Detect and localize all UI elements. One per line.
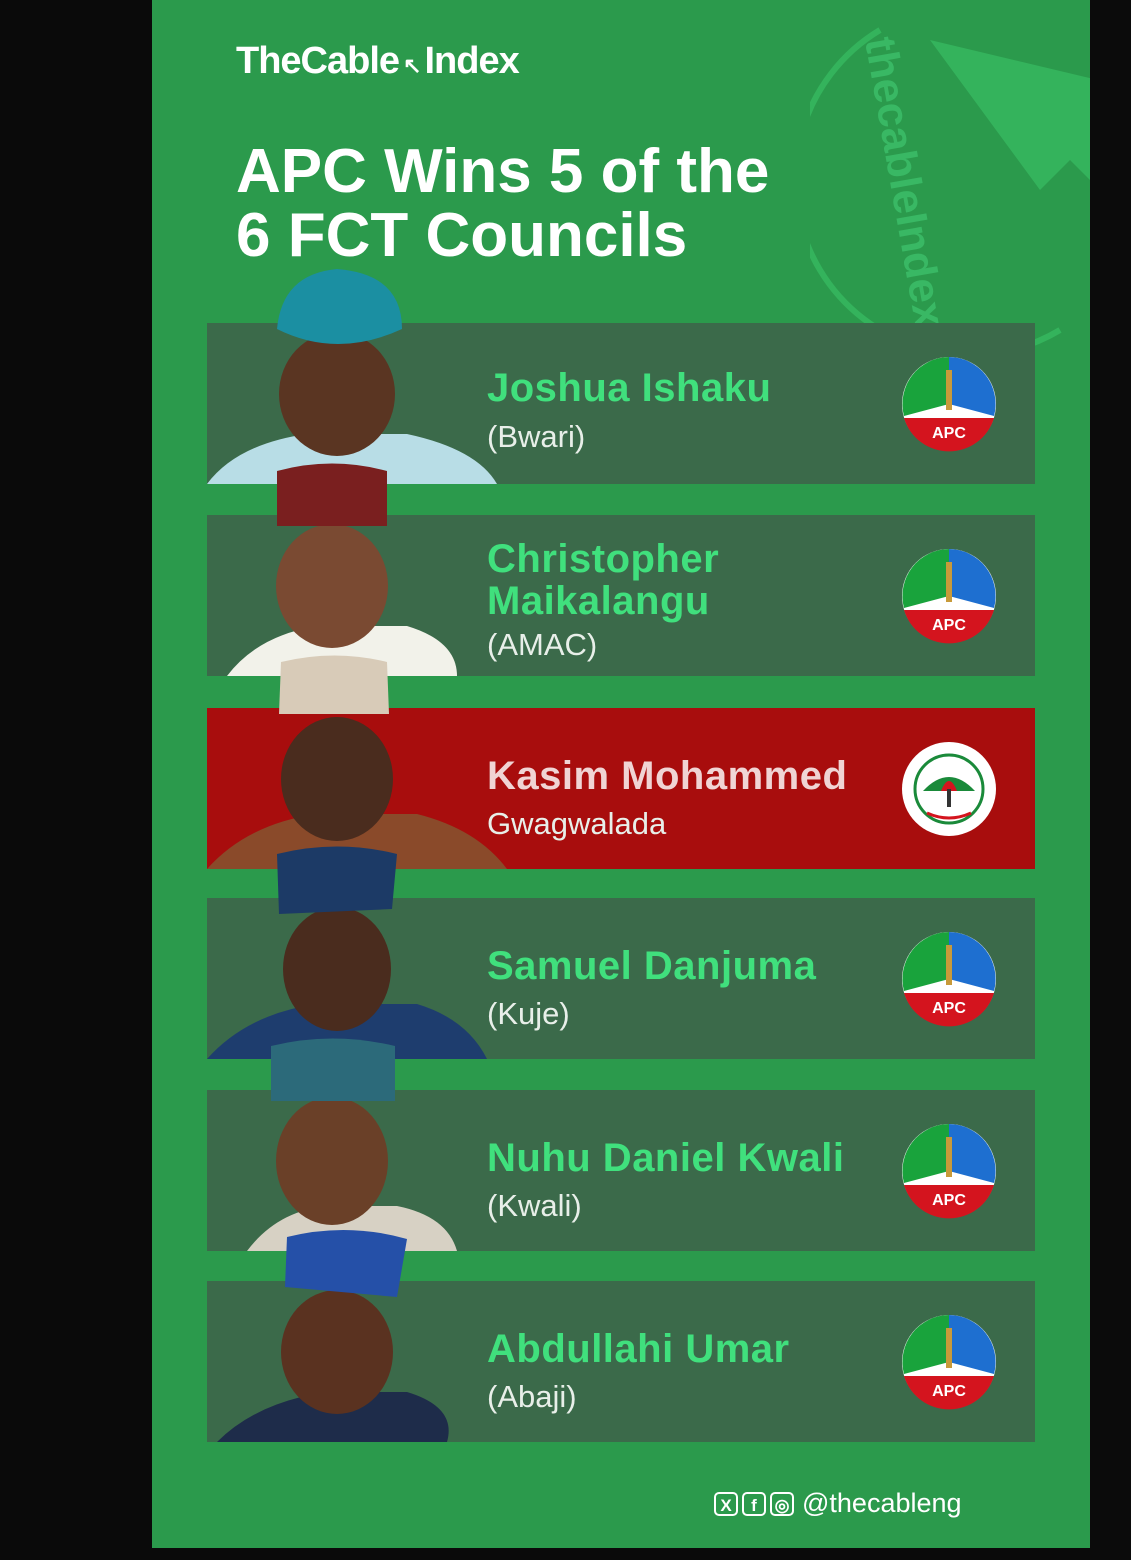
pdp-logo-icon — [902, 742, 996, 836]
instagram-icon[interactable]: ◎ — [770, 1491, 794, 1516]
winner-row-kuje: Samuel Danjuma (Kuje) APC — [207, 846, 1035, 1059]
winner-row-amac: Christopher Maikalangu (AMAC) APC — [207, 463, 1035, 676]
winner-council: (Bwari) — [487, 419, 586, 454]
winner-council: (Abaji) — [487, 1379, 577, 1414]
svg-text:APC: APC — [932, 1192, 966, 1209]
winner-row-bwari: Joshua Ishaku (Bwari) APC — [207, 269, 1035, 484]
apc-logo-icon: APC — [902, 549, 996, 644]
winner-council: Gwagwalada — [487, 806, 667, 841]
winner-name: Abdullahi Umar — [487, 1327, 790, 1371]
cursor-icon: ↖ — [403, 53, 421, 78]
portrait-kasim-mohammed — [207, 655, 507, 869]
brand-suffix: Index — [424, 40, 519, 82]
portrait-christopher-maikalangu — [227, 463, 457, 676]
winner-name: Joshua Ishaku — [487, 366, 772, 410]
winner-name-line-2: Maikalangu — [487, 579, 710, 623]
social-footer: X f ◎ @thecableng — [714, 1488, 962, 1519]
winner-row-abaji: Abdullahi Umar (Abaji) APC — [207, 1229, 1035, 1442]
portrait-samuel-danjuma — [207, 846, 487, 1059]
apc-logo-icon: APC — [902, 932, 996, 1027]
social-handle[interactable]: @thecableng — [802, 1488, 962, 1519]
winner-name: Nuhu Daniel Kwali — [487, 1136, 845, 1180]
winner-council: (Kwali) — [487, 1188, 582, 1223]
brand-logo: TheCable ↖ Index — [236, 40, 520, 83]
svg-text:APC: APC — [932, 617, 966, 634]
apc-logo-icon: APC — [902, 1315, 996, 1410]
apc-logo-icon: APC — [902, 1124, 996, 1219]
screen-edge — [1090, 0, 1131, 1560]
x-icon[interactable]: X — [714, 1491, 738, 1516]
svg-text:APC: APC — [932, 1000, 966, 1017]
winner-name: Samuel Danjuma — [487, 944, 817, 988]
winner-name: Christopher — [487, 537, 720, 581]
portrait-joshua-ishaku — [207, 269, 497, 484]
apc-logo-icon: APC — [902, 357, 996, 452]
brand-name: TheCable — [236, 40, 400, 82]
headline-line-1: APC Wins 5 of the — [236, 137, 770, 206]
winner-council: (Kuje) — [487, 996, 570, 1031]
portrait-abdullahi-umar — [217, 1229, 449, 1442]
svg-text:APC: APC — [932, 425, 966, 442]
facebook-icon[interactable]: f — [742, 1491, 766, 1516]
headline-line-2: 6 FCT Councils — [236, 201, 688, 270]
poster: thecableIndex TheCable ↖ Index APC Wins 5 … — [152, 0, 1090, 1548]
portrait-nuhu-daniel-kwali — [247, 1038, 457, 1251]
winner-name: Kasim Mohammed — [487, 754, 848, 798]
page-title: APC Wins 5 of the 6 FCT Councils — [236, 140, 936, 268]
svg-text:APC: APC — [932, 1383, 966, 1400]
